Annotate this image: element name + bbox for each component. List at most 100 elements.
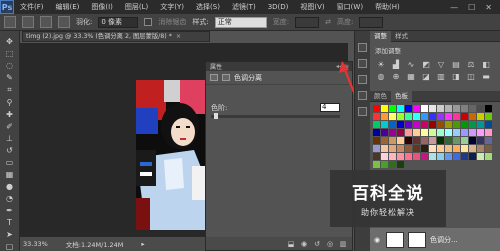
menu-3d[interactable]: 3D(D) xyxy=(262,0,295,14)
menu-layer[interactable]: 图层(L) xyxy=(119,0,154,14)
invert-icon[interactable]: ◪ xyxy=(421,72,431,81)
minimize-icon[interactable]: — xyxy=(450,3,458,12)
color-swatch[interactable] xyxy=(429,121,436,128)
color-swatch[interactable] xyxy=(405,113,412,120)
color-swatch[interactable] xyxy=(397,137,404,144)
properties-panel-icon[interactable] xyxy=(358,59,367,68)
black-white-icon[interactable]: ◧ xyxy=(481,60,491,69)
status-menu-icon[interactable]: ▸ xyxy=(141,240,144,248)
color-swatch[interactable] xyxy=(381,153,388,160)
color-swatch[interactable] xyxy=(453,113,460,120)
color-swatch[interactable] xyxy=(469,137,476,144)
color-swatch[interactable] xyxy=(477,105,484,112)
color-swatch[interactable] xyxy=(437,153,444,160)
style-select[interactable]: 正常 xyxy=(214,16,267,28)
color-swatch[interactable] xyxy=(485,105,492,112)
color-swatch[interactable] xyxy=(453,137,460,144)
color-swatch[interactable] xyxy=(389,145,396,152)
color-swatch[interactable] xyxy=(405,137,412,144)
paragraph-panel-icon[interactable] xyxy=(358,91,367,100)
history-panel-icon[interactable] xyxy=(358,43,367,52)
info-panel-icon[interactable] xyxy=(358,75,367,84)
color-swatch[interactable] xyxy=(469,129,476,136)
color-swatch[interactable] xyxy=(405,121,412,128)
menu-image[interactable]: 图像(I) xyxy=(85,0,119,14)
close-icon[interactable]: ✕ xyxy=(485,3,492,12)
move-tool-icon[interactable]: ✥ xyxy=(4,37,16,46)
color-swatch[interactable] xyxy=(405,129,412,136)
color-swatch[interactable] xyxy=(445,153,452,160)
tab-swatches[interactable]: 色板 xyxy=(391,90,412,102)
color-swatch[interactable] xyxy=(445,105,452,112)
gradient-tool-icon[interactable]: ▦ xyxy=(4,170,16,179)
color-swatch[interactable] xyxy=(469,145,476,152)
gradient-map-icon[interactable]: ▬ xyxy=(481,72,491,81)
type-tool-icon[interactable]: T xyxy=(4,218,16,227)
height-input[interactable] xyxy=(359,16,384,28)
color-swatch[interactable] xyxy=(485,145,492,152)
menu-select[interactable]: 选择(S) xyxy=(190,0,226,14)
color-swatch[interactable] xyxy=(373,145,380,152)
shape-tool-icon[interactable]: ▢ xyxy=(4,242,16,251)
color-swatch[interactable] xyxy=(373,129,380,136)
color-swatch[interactable] xyxy=(373,161,380,168)
pen-tool-icon[interactable]: ✒ xyxy=(4,206,16,215)
color-swatch[interactable] xyxy=(453,121,460,128)
curves-icon[interactable]: ∿ xyxy=(406,60,416,69)
color-swatch[interactable] xyxy=(477,121,484,128)
color-swatch[interactable] xyxy=(445,129,452,136)
selective-color-icon[interactable]: ◫ xyxy=(466,72,476,81)
posterize-icon[interactable]: ▥ xyxy=(436,72,446,81)
adjustment-icon[interactable] xyxy=(210,74,218,81)
quick-select-tool-icon[interactable]: ✎ xyxy=(4,73,16,82)
color-swatch[interactable] xyxy=(381,137,388,144)
color-swatch[interactable] xyxy=(429,113,436,120)
color-swatch[interactable] xyxy=(437,121,444,128)
color-swatch[interactable] xyxy=(469,105,476,112)
clone-stamp-tool-icon[interactable]: ⊥ xyxy=(4,134,16,143)
color-swatch[interactable] xyxy=(421,105,428,112)
dodge-tool-icon[interactable]: ◔ xyxy=(4,194,16,203)
color-swatch[interactable] xyxy=(389,137,396,144)
color-swatch[interactable] xyxy=(477,153,484,160)
color-swatch[interactable] xyxy=(429,145,436,152)
subtract-selection-icon[interactable] xyxy=(58,16,70,28)
color-swatch[interactable] xyxy=(437,113,444,120)
layer-thumbnail[interactable] xyxy=(386,231,404,248)
color-swatch[interactable] xyxy=(461,153,468,160)
color-swatch[interactable] xyxy=(405,145,412,152)
hue-saturation-icon[interactable]: ▤ xyxy=(451,60,461,69)
color-swatch[interactable] xyxy=(405,153,412,160)
color-swatch[interactable] xyxy=(453,153,460,160)
color-swatch[interactable] xyxy=(485,129,492,136)
threshold-icon[interactable]: ◨ xyxy=(451,72,461,81)
color-swatch[interactable] xyxy=(389,153,396,160)
menu-window[interactable]: 窗口(W) xyxy=(331,0,369,14)
antialias-checkbox[interactable] xyxy=(144,18,153,26)
brush-tool-icon[interactable]: ✐ xyxy=(4,122,16,131)
color-swatch[interactable] xyxy=(421,153,428,160)
color-swatch[interactable] xyxy=(429,137,436,144)
delete-icon[interactable]: ▥ xyxy=(339,240,347,248)
brightness-icon[interactable]: ☀ xyxy=(376,60,386,69)
color-swatch[interactable] xyxy=(461,137,468,144)
color-swatch[interactable] xyxy=(413,121,420,128)
healing-brush-tool-icon[interactable]: ✚ xyxy=(4,110,16,119)
zoom-level[interactable]: 33.33% xyxy=(23,240,48,248)
color-swatch[interactable] xyxy=(485,121,492,128)
color-swatch[interactable] xyxy=(445,121,452,128)
view-previous-icon[interactable]: ◉ xyxy=(300,240,308,248)
color-swatch[interactable] xyxy=(445,137,452,144)
tab-styles[interactable]: 样式 xyxy=(391,31,412,42)
new-selection-icon[interactable] xyxy=(22,16,34,28)
color-swatch[interactable] xyxy=(389,105,396,112)
color-swatch[interactable] xyxy=(437,105,444,112)
color-swatch[interactable] xyxy=(437,137,444,144)
color-swatch[interactable] xyxy=(445,113,452,120)
swap-icon[interactable]: ⇄ xyxy=(325,18,331,26)
menu-view[interactable]: 视图(V) xyxy=(294,0,330,14)
color-swatch[interactable] xyxy=(421,145,428,152)
blur-tool-icon[interactable]: ● xyxy=(4,182,16,191)
color-swatch[interactable] xyxy=(381,113,388,120)
color-swatch[interactable] xyxy=(461,113,468,120)
